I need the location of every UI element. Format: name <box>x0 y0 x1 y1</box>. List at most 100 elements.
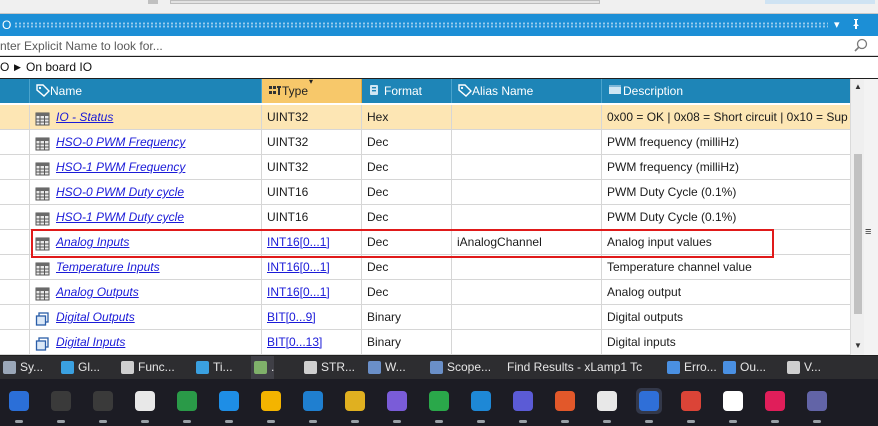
name-cell[interactable]: HSO-0 PWM Duty cycle <box>30 180 262 205</box>
autodesk-icon[interactable] <box>720 388 746 423</box>
row-indicator[interactable] <box>0 330 30 355</box>
type-link[interactable]: BIT[0...9] <box>267 310 316 324</box>
description-cell[interactable]: PWM Duty Cycle (0.1%) <box>602 180 850 205</box>
table-row[interactable]: Temperature Inputs INT16[0...1] Dec Temp… <box>0 255 850 280</box>
tab-struct[interactable]: STR... <box>301 356 355 379</box>
search-icon[interactable] <box>854 38 868 52</box>
type-link[interactable]: BIT[0...13] <box>267 335 322 349</box>
type-cell[interactable]: INT16[0...1] <box>262 255 362 280</box>
tab-globe[interactable]: Gl... <box>58 356 100 379</box>
variable-name-link[interactable]: HSO-1 PWM Duty cycle <box>30 210 184 224</box>
description-cell[interactable]: Temperature channel value <box>602 255 850 280</box>
type-link[interactable]: INT16[0...1] <box>267 260 330 274</box>
header-type[interactable]: Type ▾ <box>262 79 362 103</box>
mail-app-icon[interactable] <box>636 388 662 423</box>
row-indicator[interactable] <box>0 305 30 330</box>
slack-icon[interactable] <box>762 388 788 423</box>
table-row[interactable]: IO - Status UINT32 Hex 0x00 = OK | 0x08 … <box>0 105 850 130</box>
description-cell[interactable]: Digital inputs <box>602 330 850 355</box>
scrollbar-thumb[interactable] <box>854 154 862 314</box>
name-cell[interactable]: HSO-1 PWM Duty cycle <box>30 205 262 230</box>
drive-icon[interactable] <box>258 388 284 423</box>
row-indicator[interactable] <box>0 105 30 130</box>
format-cell[interactable]: Dec <box>362 205 452 230</box>
variable-name-link[interactable]: HSO-0 PWM Frequency <box>30 135 185 149</box>
row-indicator[interactable] <box>0 255 30 280</box>
type-cell[interactable]: INT16[0...1] <box>262 280 362 305</box>
name-cell[interactable]: Digital Outputs <box>30 305 262 330</box>
header-name[interactable]: Name <box>30 79 262 103</box>
alias-cell[interactable] <box>452 205 602 230</box>
header-description[interactable]: Description <box>602 79 850 103</box>
format-cell[interactable]: Binary <box>362 330 452 355</box>
alias-cell[interactable] <box>452 105 602 130</box>
tab-variables[interactable]: V... <box>784 356 821 379</box>
tab-function[interactable]: Func... <box>118 356 175 379</box>
search-input[interactable] <box>0 36 850 55</box>
scroll-down-icon[interactable]: ▼ <box>854 341 862 350</box>
row-indicator[interactable] <box>0 205 30 230</box>
format-cell[interactable]: Dec <box>362 130 452 155</box>
tab-error-list[interactable]: Erro... <box>664 356 717 379</box>
header-format[interactable]: Format <box>362 79 452 103</box>
name-cell[interactable]: Temperature Inputs <box>30 255 262 280</box>
description-cell[interactable]: Analog output <box>602 280 850 305</box>
type-cell[interactable]: BIT[0...9] <box>262 305 362 330</box>
format-cell[interactable]: Dec <box>362 155 452 180</box>
variable-name-link[interactable]: HSO-1 PWM Frequency <box>30 160 185 174</box>
header-alias[interactable]: Alias Name <box>452 79 602 103</box>
breadcrumb-current[interactable]: On board IO <box>26 60 92 74</box>
tab-terminal[interactable]: . <box>251 356 275 379</box>
description-cell[interactable]: PWM Duty Cycle (0.1%) <box>602 205 850 230</box>
sketch-app-icon[interactable] <box>174 388 200 423</box>
alias-cell[interactable] <box>452 155 602 180</box>
table-row[interactable]: HSO-1 PWM Frequency UINT32 Dec PWM frequ… <box>0 155 850 180</box>
table-row[interactable]: Digital Inputs BIT[0...13] Binary Digita… <box>0 330 850 355</box>
gmail-icon[interactable] <box>132 388 158 423</box>
row-indicator[interactable] <box>0 155 30 180</box>
table-row[interactable]: Analog Outputs INT16[0...1] Dec Analog o… <box>0 280 850 305</box>
alias-cell[interactable] <box>452 180 602 205</box>
variable-name-link[interactable]: HSO-0 PWM Duty cycle <box>30 185 184 199</box>
table-row[interactable]: Digital Outputs BIT[0...9] Binary Digita… <box>0 305 850 330</box>
table-row[interactable]: HSO-0 PWM Duty cycle UINT16 Dec PWM Duty… <box>0 180 850 205</box>
tab-watch[interactable]: W... <box>365 356 406 379</box>
table-row[interactable]: HSO-1 PWM Duty cycle UINT16 Dec PWM Duty… <box>0 205 850 230</box>
tab-timer[interactable]: Ti... <box>193 356 233 379</box>
openai-icon[interactable] <box>594 388 620 423</box>
alias-cell[interactable] <box>452 280 602 305</box>
table-row[interactable]: HSO-0 PWM Frequency UINT32 Dec PWM frequ… <box>0 130 850 155</box>
panel-menu-dropdown-icon[interactable]: ▾ <box>834 18 840 31</box>
notes-icon[interactable] <box>510 388 536 423</box>
type-cell[interactable]: BIT[0...13] <box>262 330 362 355</box>
teams-icon[interactable] <box>804 388 830 423</box>
row-indicator[interactable] <box>0 280 30 305</box>
vertical-scrollbar[interactable]: ▲ ▼ <box>850 79 864 355</box>
name-cell[interactable]: HSO-1 PWM Frequency <box>30 155 262 180</box>
name-cell[interactable]: Digital Inputs <box>30 330 262 355</box>
description-cell[interactable]: PWM frequency (milliHz) <box>602 130 850 155</box>
tab-gear[interactable]: Sy... <box>0 356 43 379</box>
description-cell[interactable]: 0x00 = OK | 0x08 = Short circuit | 0x10 … <box>602 105 850 130</box>
format-cell[interactable]: Dec <box>362 180 452 205</box>
xbox-icon[interactable] <box>426 388 452 423</box>
row-indicator[interactable] <box>0 230 30 255</box>
tab-output[interactable]: Ou... <box>720 356 766 379</box>
tab-scope[interactable]: Scope... <box>427 356 491 379</box>
format-cell[interactable]: Dec <box>362 255 452 280</box>
powershell-icon[interactable] <box>6 388 32 423</box>
description-cell[interactable]: Digital outputs <box>602 305 850 330</box>
format-cell[interactable]: Hex <box>362 105 452 130</box>
chrome-icon[interactable] <box>678 388 704 423</box>
spark-icon[interactable] <box>552 388 578 423</box>
name-cell[interactable]: IO - Status <box>30 105 262 130</box>
type-link[interactable]: INT16[0...1] <box>267 285 330 299</box>
name-cell[interactable]: HSO-0 PWM Frequency <box>30 130 262 155</box>
photo-app-icon[interactable] <box>342 388 368 423</box>
alias-cell[interactable] <box>452 130 602 155</box>
terminal-icon[interactable] <box>48 388 74 423</box>
name-cell[interactable]: Analog Outputs <box>30 280 262 305</box>
pin-icon[interactable] <box>851 18 861 33</box>
alias-cell[interactable] <box>452 305 602 330</box>
format-cell[interactable]: Dec <box>362 280 452 305</box>
